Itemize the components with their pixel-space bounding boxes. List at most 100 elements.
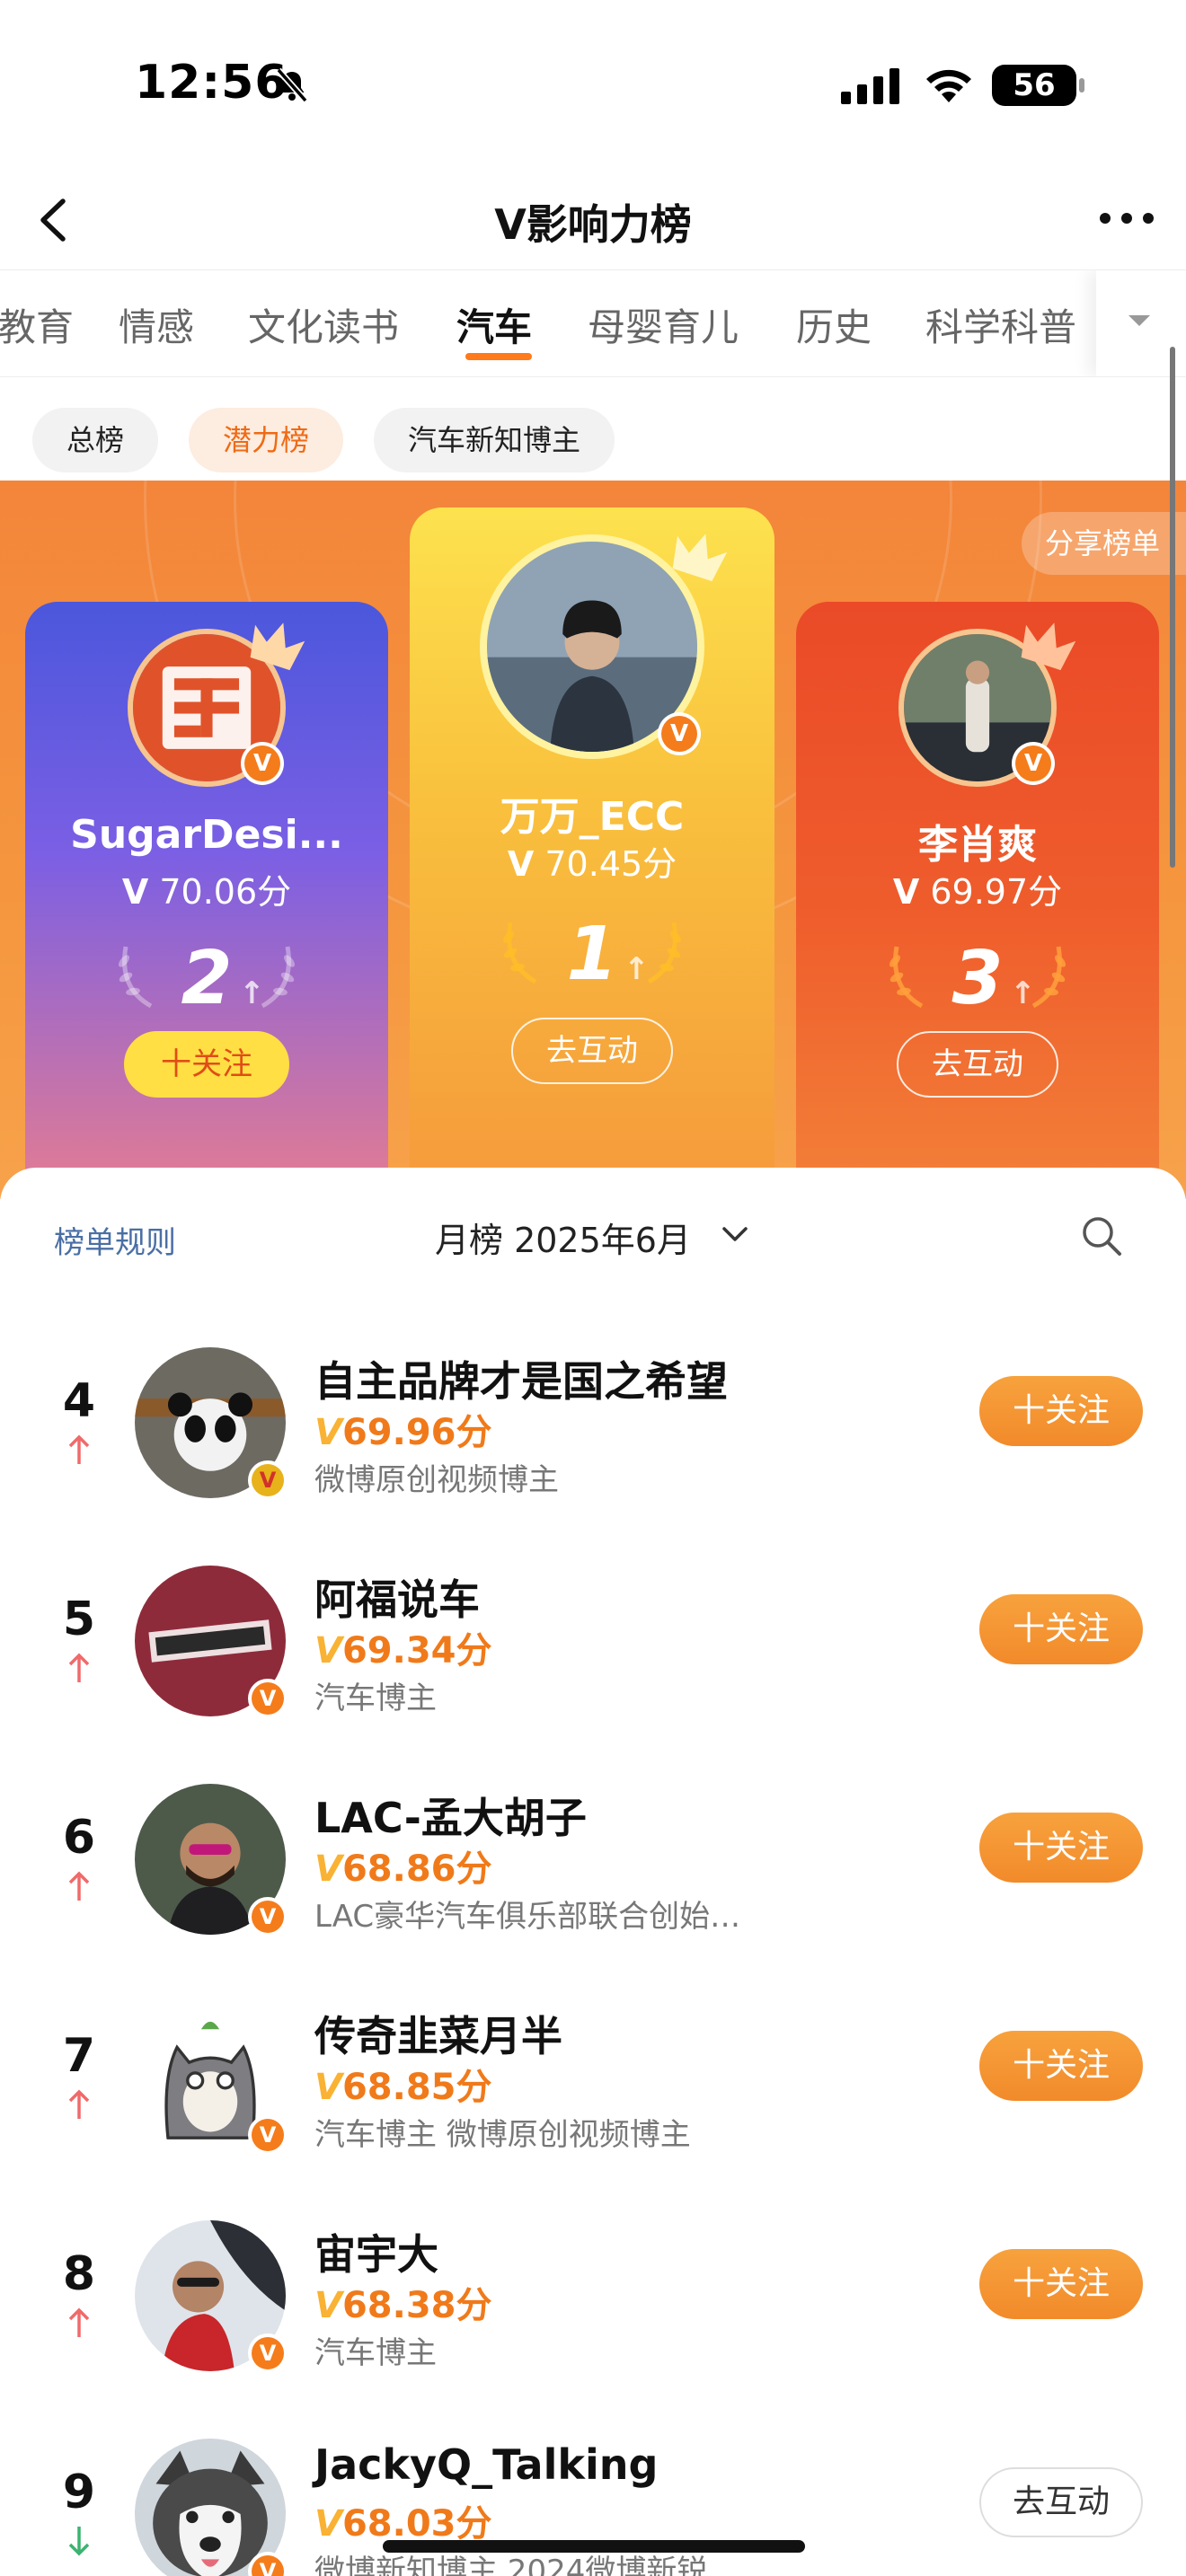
verified-badge-icon: V <box>1012 742 1055 785</box>
podium-card-rank-1[interactable]: V 万万_ECC V 70.45分 1 ↑ 去互动 <box>410 507 774 1199</box>
interact-button[interactable]: 去互动 <box>979 2467 1143 2537</box>
rank-number: 7 <box>62 2029 96 2083</box>
user-name[interactable]: 传奇韭菜月半 <box>314 2004 562 2063</box>
podium-name[interactable]: SugarDesi... <box>25 812 388 858</box>
laurel-right-icon <box>647 922 681 984</box>
nav-bar: V影响力榜 <box>0 171 1186 269</box>
v-score-icon: V <box>892 872 920 912</box>
crown-icon <box>1021 622 1076 671</box>
tab-parenting[interactable]: 母婴育儿 <box>588 297 739 352</box>
scrollbar[interactable] <box>1170 347 1175 868</box>
v-score-icon: V <box>314 1630 342 1672</box>
podium-card-rank-2[interactable]: V SugarDesi... V 70.06分 2 ↑ 十关注 <box>25 602 388 1199</box>
verified-badge-icon: V <box>241 742 284 785</box>
avatar[interactable]: V <box>128 622 305 787</box>
verified-badge-icon: V <box>248 1679 288 1718</box>
ranking-rules-link[interactable]: 榜单规则 <box>54 1218 176 1262</box>
avatar[interactable]: V <box>480 534 728 759</box>
avatar[interactable]: V <box>135 1566 288 1718</box>
follow-button[interactable]: 十关注 <box>979 1813 1143 1883</box>
podium-card-rank-3[interactable]: V 李肖爽 V 69.97分 3 ↑ 去互动 <box>796 602 1159 1199</box>
user-description: 汽车博主 <box>314 1681 437 1716</box>
follow-button[interactable]: 十关注 <box>124 1031 289 1098</box>
wifi-icon <box>926 69 971 102</box>
tab-auto[interactable]: 汽车 <box>456 297 532 352</box>
verified-badge-icon: V <box>248 1897 288 1936</box>
list-item[interactable]: 7 V 传奇韭菜月半 V68.85分 汽车博主 微博原创视频博主 十关注 <box>0 1975 1186 2193</box>
follow-button[interactable]: 十关注 <box>979 2031 1143 2101</box>
rank-number: 5 <box>62 1592 96 1646</box>
avatar[interactable]: V <box>135 1784 288 1936</box>
podium-score: V 70.06分 <box>121 872 292 912</box>
interact-button[interactable]: 去互动 <box>511 1018 673 1084</box>
more-options-icon[interactable] <box>1094 196 1159 241</box>
v-score-icon: V <box>314 2503 342 2545</box>
chevron-down-icon[interactable] <box>719 1223 751 1245</box>
tab-emotion[interactable]: 情感 <box>119 297 194 352</box>
subtab-overall[interactable]: 总榜 <box>32 408 159 472</box>
sub-tabs: 总榜 潜力榜 汽车新知博主 <box>0 377 1186 481</box>
list-item[interactable]: 6 V LAC-孟大胡子 V68.86分 LAC豪华汽车俱乐部联合创始… 十关注 <box>0 1757 1186 1975</box>
podium-name[interactable]: 万万_ECC <box>410 784 774 842</box>
v-score-icon: V <box>121 872 149 912</box>
avatar[interactable]: V <box>135 2439 288 2576</box>
rank-up-arrow-icon <box>68 1434 90 1464</box>
podium-rank-number: 3 <box>951 936 1004 1021</box>
avatar[interactable]: V <box>135 1347 288 1500</box>
follow-button[interactable]: 十关注 <box>979 2249 1143 2319</box>
podium-section: 分享榜单 V SugarDesi... V 70.06分 2 ↑ 十关注 V 万… <box>0 481 1186 1199</box>
rank-number: 9 <box>62 2466 96 2519</box>
caret-down-icon <box>1128 315 1150 326</box>
share-ranking-button[interactable]: 分享榜单 <box>1022 512 1186 575</box>
ranking-list-panel: 榜单规则 月榜 2025年6月 4 V 自主品牌才是国之希望 V69.96分 微… <box>0 1168 1186 2576</box>
avatar[interactable]: V <box>898 622 1076 787</box>
user-name[interactable]: JackyQ_Talking <box>314 2440 658 2489</box>
list-item[interactable]: 4 V 自主品牌才是国之希望 V69.96分 微博原创视频博主 十关注 <box>0 1320 1186 1539</box>
verified-badge-icon: V <box>248 2115 288 2155</box>
user-description: LAC豪华汽车俱乐部联合创始… <box>314 1899 741 1935</box>
rank-number: 8 <box>62 2247 96 2301</box>
list-item[interactable]: 5 V 阿福说车 V69.34分 汽车博主 十关注 <box>0 1539 1186 1757</box>
rank-up-arrow-icon <box>68 2307 90 2337</box>
user-description: 微博原创视频博主 <box>314 1462 559 1498</box>
podium-rank: 1 ↑ <box>410 910 774 1000</box>
user-description: 汽车博主 微博原创视频博主 <box>314 2117 691 2153</box>
active-tab-indicator <box>465 353 532 360</box>
rank-down-arrow-icon <box>68 2527 90 2556</box>
influence-score: V68.86分 <box>314 1848 492 1890</box>
crown-icon <box>250 622 305 671</box>
v-score-icon: V <box>314 2285 342 2326</box>
v-score-icon: V <box>314 2067 342 2108</box>
subtab-auto-knowledge[interactable]: 汽车新知博主 <box>374 408 615 472</box>
rank-number: 6 <box>62 1811 96 1865</box>
bell-off-icon <box>276 67 308 103</box>
search-icon[interactable] <box>1078 1213 1125 1259</box>
tab-education[interactable]: 教育 <box>0 297 74 352</box>
tab-culture-reading[interactable]: 文化读书 <box>248 297 399 352</box>
v-score-icon: V <box>507 844 535 884</box>
avatar[interactable]: V <box>135 2220 288 2373</box>
tab-history[interactable]: 历史 <box>796 297 872 352</box>
follow-button[interactable]: 十关注 <box>979 1376 1143 1446</box>
podium-rank-number: 2 <box>181 936 233 1021</box>
avatar[interactable]: V <box>135 2002 288 2155</box>
user-name[interactable]: 宙宇大 <box>314 2222 438 2281</box>
verified-badge-icon: V <box>248 2333 288 2373</box>
podium-name[interactable]: 李肖爽 <box>796 812 1159 869</box>
user-name[interactable]: LAC-孟大胡子 <box>314 1786 587 1845</box>
subtab-potential[interactable]: 潜力榜 <box>189 408 344 472</box>
battery-indicator: 56 <box>992 65 1084 106</box>
user-name[interactable]: 阿福说车 <box>314 1567 480 1627</box>
influence-score: V68.85分 <box>314 2067 492 2108</box>
podium-rank-number: 1 <box>566 912 618 997</box>
tab-science[interactable]: 科学科普 <box>925 297 1076 352</box>
follow-button[interactable]: 十关注 <box>979 1594 1143 1664</box>
list-item[interactable]: 8 V 宙宇大 V68.38分 汽车博主 十关注 <box>0 2193 1186 2412</box>
period-selector[interactable]: 月榜 2025年6月 <box>435 1213 691 1262</box>
home-indicator[interactable] <box>383 2540 805 2553</box>
user-name[interactable]: 自主品牌才是国之希望 <box>314 1349 728 1408</box>
rank-number: 4 <box>62 1374 96 1428</box>
v-score-icon: V <box>314 1412 342 1453</box>
interact-button[interactable]: 去互动 <box>897 1031 1058 1098</box>
influence-score: V69.96分 <box>314 1412 492 1453</box>
